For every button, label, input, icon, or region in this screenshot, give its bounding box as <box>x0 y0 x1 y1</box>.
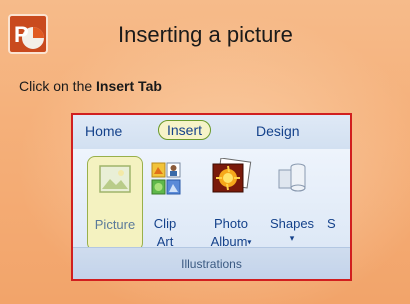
illustrations-group-bar: Illustrations <box>73 247 350 279</box>
tab-home[interactable]: Home <box>85 123 122 139</box>
svg-text:P: P <box>14 22 29 47</box>
instruction-bold: Insert Tab <box>96 78 162 94</box>
chevron-down-icon: ▾ <box>247 237 252 247</box>
powerpoint-logo-icon: P <box>8 14 48 54</box>
picture-label: Picture <box>94 217 136 232</box>
picture-icon <box>99 165 131 193</box>
tab-design[interactable]: Design <box>256 123 300 139</box>
instruction-prefix: Click on the <box>19 78 97 94</box>
photo-album-button[interactable]: Photo Album▾ <box>203 158 259 249</box>
tab-insert[interactable]: Insert <box>158 120 212 140</box>
ribbon-tab-bar: Home Insert Design <box>73 115 350 150</box>
clip-art-icon <box>151 162 181 195</box>
ribbon-screenshot: Home Insert Design Picture Clip Art Phot… <box>71 113 352 281</box>
clip-art-button[interactable]: Clip Art <box>143 158 187 249</box>
photo-album-icon <box>212 158 252 193</box>
picture-button[interactable]: Picture <box>87 156 143 251</box>
truncated-button-label[interactable]: S <box>327 216 336 231</box>
slide-title: Inserting a picture <box>118 22 293 47</box>
clip-art-label-1: Clip <box>153 216 177 231</box>
chevron-down-icon: ▾ <box>289 233 295 243</box>
shapes-icon <box>278 163 306 192</box>
photo-album-label-1: Photo <box>214 216 248 231</box>
illustrations-group-label: Illustrations <box>181 257 242 271</box>
shapes-button[interactable]: Shapes ▾ <box>261 158 323 248</box>
instruction-text: Click on the Insert Tab <box>19 78 162 94</box>
